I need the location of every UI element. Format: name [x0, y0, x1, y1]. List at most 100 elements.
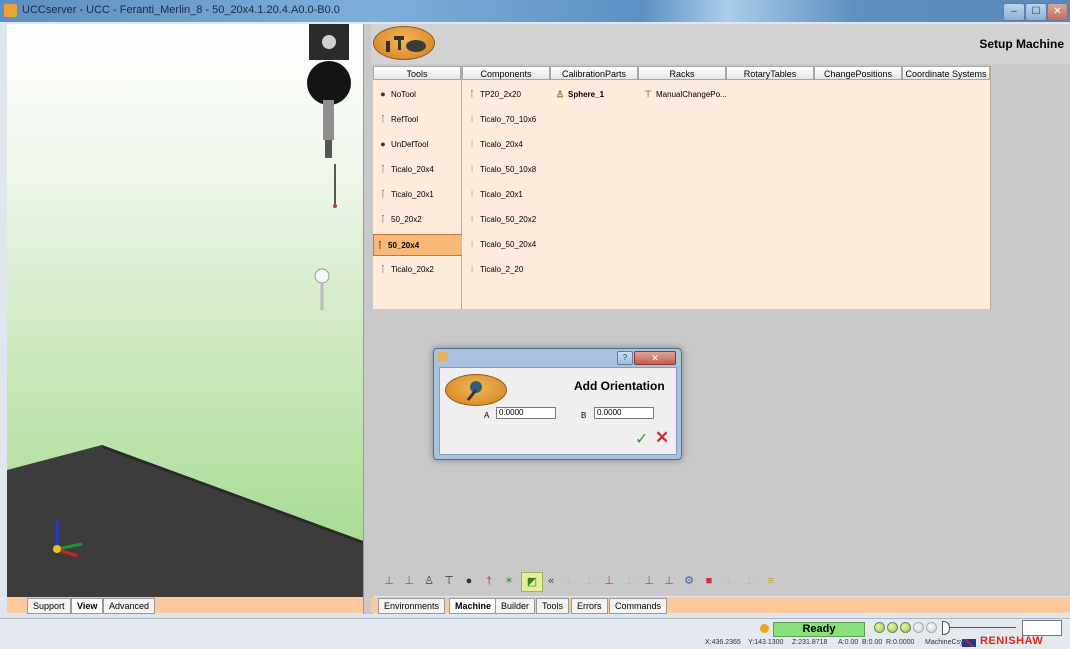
speed-slider-track[interactable]	[946, 627, 1016, 628]
tab-tools[interactable]: Tools	[536, 598, 570, 614]
list-item[interactable]: ᛙ Ticalo_20x4	[377, 159, 434, 179]
list-item[interactable]: ǀ Ticalo_2_20	[466, 259, 523, 279]
stylus-up-icon[interactable]: ⊥	[621, 572, 637, 590]
speed-slider-handle[interactable]	[942, 621, 950, 635]
add-orientation-dialog: ? ✕ Add Orientation A B ✓ ✕	[433, 348, 682, 460]
list-item[interactable]: ǀ Ticalo_20x1	[466, 184, 523, 204]
probe-orientation-icon	[466, 381, 482, 401]
list-item[interactable]: ● UnDefTool	[377, 134, 428, 154]
list-item[interactable]: ǀ Ticalo_20x4	[466, 134, 523, 154]
tab-environments[interactable]: Environments	[378, 598, 446, 614]
add-tool-icon[interactable]: ⊥	[381, 572, 397, 590]
a-axis-input[interactable]	[496, 407, 556, 419]
stylus-tip	[333, 204, 337, 208]
tools-emblem-icon	[386, 36, 426, 52]
add-rotary-table-icon[interactable]: ●	[461, 572, 477, 590]
tab-advanced[interactable]: Advanced	[103, 598, 156, 614]
add-rack-icon[interactable]: ⊤	[441, 572, 457, 590]
stylus-probe-icon[interactable]: ■	[701, 572, 717, 590]
stylus-left-icon[interactable]: ⊥	[641, 572, 657, 590]
column-header[interactable]: RotaryTables	[726, 66, 814, 80]
list-item-label: Ticalo_50_20x4	[480, 240, 537, 249]
list-item[interactable]: ● NoTool	[377, 84, 416, 104]
remove-tool-icon[interactable]: ⊥	[561, 572, 577, 590]
column-5: ChangePositions	[814, 66, 903, 309]
add-component-icon[interactable]: ⊥	[401, 572, 417, 590]
dialog-close-button[interactable]: ✕	[634, 351, 676, 365]
list-item[interactable]: ǀ Ticalo_50_20x2	[466, 209, 536, 229]
list-item[interactable]: ǀ Ticalo_70_10x6	[466, 109, 536, 129]
edit-selection-icon[interactable]: ◩	[521, 572, 543, 592]
tab-view[interactable]: View	[71, 598, 104, 614]
column-header[interactable]: Coordinate Systems	[902, 66, 990, 80]
status-led-2	[887, 622, 898, 633]
probe-icon: ᛙ	[380, 214, 386, 224]
status-led-1	[874, 622, 885, 633]
tab-builder[interactable]: Builder	[495, 598, 536, 614]
confirm-check-icon[interactable]: ✓	[635, 429, 648, 449]
collapse-toolbar-icon[interactable]: «	[543, 572, 559, 590]
list-item[interactable]: ⊤ ManualChangePo...	[642, 84, 727, 104]
list-item-label: Ticalo_2_20	[480, 265, 524, 274]
window-title: UCCserver - UCC - Feranti_Merlin_8 - 50_…	[22, 4, 340, 16]
list-item[interactable]: ǀ Ticalo_50_20x4	[466, 234, 536, 254]
stylus-minus-icon[interactable]: ⊥	[581, 572, 597, 590]
stylus-disabled-icon[interactable]: ⊥	[721, 572, 737, 590]
cancel-cross-icon[interactable]: ✕	[655, 428, 669, 448]
list-item[interactable]: ᛙ 50_20x4	[373, 234, 463, 256]
tab-support[interactable]: Support	[27, 598, 71, 614]
tab-errors[interactable]: Errors	[571, 598, 608, 614]
coord-a: A:0.00	[838, 639, 859, 646]
rack-icon: ⊤	[644, 89, 652, 99]
stylus-config-icon[interactable]: ⚙	[681, 572, 697, 590]
close-button[interactable]: ✕	[1047, 3, 1068, 21]
viewport-scene	[7, 24, 363, 597]
list-item-label: Ticalo_20x1	[480, 190, 523, 199]
probe-icon: ᛙ	[380, 264, 386, 274]
column-header[interactable]: Racks	[638, 66, 726, 80]
add-change-position-icon[interactable]: †	[481, 572, 497, 590]
b-axis-label: B	[581, 411, 587, 420]
tab-machine[interactable]: Machine	[449, 598, 498, 614]
maximize-button[interactable]: ☐	[1025, 3, 1047, 21]
list-item[interactable]: ᛙ Ticalo_20x1	[377, 184, 434, 204]
tab-commands[interactable]: Commands	[609, 598, 668, 614]
column-header[interactable]: Tools	[373, 66, 461, 80]
axis-origin	[53, 545, 61, 553]
left-tab-strip: Support View Advanced	[7, 597, 363, 614]
column-header[interactable]: ChangePositions	[814, 66, 902, 80]
list-item[interactable]: ᛙ RefTool	[377, 109, 418, 129]
list-item[interactable]: ǀ Ticalo_50_10x8	[466, 159, 536, 179]
export-document-icon[interactable]: ≡	[763, 572, 779, 590]
add-calibration-part-icon[interactable]: ♙	[421, 572, 437, 590]
list-item-label: Ticalo_20x4	[480, 140, 523, 149]
a-axis-label: A	[484, 411, 490, 420]
stylus-move-icon[interactable]: ⊥	[661, 572, 677, 590]
setup-header: Setup Machine	[371, 24, 1070, 64]
list-item-label: Ticalo_70_10x6	[480, 115, 537, 124]
dialog-help-button[interactable]: ?	[617, 351, 633, 365]
list-item-label: 50_20x4	[388, 241, 420, 250]
uk-flag-icon	[962, 639, 976, 647]
stylus-down-icon[interactable]: ⊥	[601, 572, 617, 590]
list-item[interactable]: ᛙ Ticalo_20x2	[377, 259, 434, 279]
list-item-label: ManualChangePo...	[656, 90, 727, 99]
column-0: Tools ● NoTool ᛙ RefTool ● UnDefTool ᛙ Ticalo_20…	[373, 66, 463, 309]
list-item[interactable]: ᛙ TP20_2x20	[466, 84, 521, 104]
column-header[interactable]: CalibrationParts	[550, 66, 638, 80]
minimize-button[interactable]: –	[1003, 3, 1025, 21]
probe-icon: ᛙ	[380, 164, 386, 174]
stylus-icon: ǀ	[470, 164, 474, 174]
list-item[interactable]: ᛙ 50_20x2	[377, 209, 421, 229]
probe-icon: ᛙ	[377, 240, 383, 250]
stylus-arrows-icon[interactable]: ⊥	[741, 572, 757, 590]
add-coordinate-system-icon[interactable]: ✶	[501, 572, 517, 590]
list-item[interactable]: ♙ Sphere_1	[554, 84, 604, 104]
column-header[interactable]: Components	[462, 66, 550, 80]
b-axis-input[interactable]	[594, 407, 654, 419]
probe-filled-icon: ●	[380, 139, 386, 149]
list-item-label: Sphere_1	[568, 90, 605, 99]
machine-3d-viewport[interactable]	[7, 24, 363, 597]
column-1: Components ᛙ TP20_2x20 ǀ Ticalo_70_10x6 ǀ Tica…	[462, 66, 551, 309]
list-item-label: TP20_2x20	[480, 90, 521, 99]
